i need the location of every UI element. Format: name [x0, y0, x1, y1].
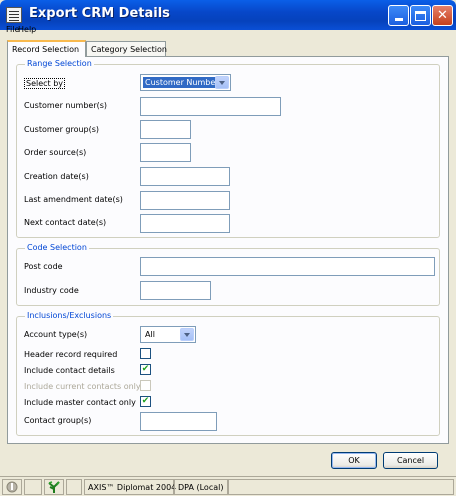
window-title: Export CRM Details	[29, 6, 170, 21]
customer-number-label: Customer number(s)	[24, 101, 108, 110]
customer-group-label: Customer group(s)	[24, 125, 100, 134]
status-database-text: DPA (Local)	[178, 483, 224, 492]
contact-group-label: Contact group(s)	[24, 416, 92, 425]
status-pane-4	[66, 479, 82, 495]
post-code-label: Post code	[24, 262, 63, 271]
creation-date-label: Creation date(s)	[24, 172, 89, 181]
menu-help[interactable]: Help	[18, 25, 36, 34]
checkmark-icon: ✔	[141, 364, 150, 374]
last-amendment-date-input[interactable]	[140, 191, 230, 210]
header-record-label: Header record required	[24, 350, 118, 359]
include-contact-details-checkbox[interactable]: ✔	[140, 364, 151, 375]
minimize-button[interactable]	[388, 5, 409, 26]
customer-group-input[interactable]	[140, 120, 191, 139]
next-contact-date-input[interactable]	[140, 214, 230, 233]
connection-icon	[6, 481, 18, 493]
status-pane-2	[24, 479, 42, 495]
select-by-value: Customer Number	[143, 77, 221, 88]
account-type-value: All	[145, 330, 155, 339]
maximize-icon	[415, 10, 426, 21]
code-selection-legend: Code Selection	[25, 243, 89, 252]
account-type-label: Account type(s)	[24, 330, 88, 339]
contact-group-input[interactable]	[140, 412, 217, 431]
status-product-text: AXIS™ Diplomat 2004	[88, 483, 177, 492]
close-icon: ✕	[437, 8, 448, 23]
cancel-button[interactable]: Cancel	[383, 452, 438, 469]
status-pane-3	[44, 479, 64, 495]
status-pane-empty	[228, 479, 454, 495]
select-by-dropdown-button[interactable]	[215, 76, 229, 89]
include-contact-details-label: Include contact details	[24, 366, 115, 375]
status-database-pane: DPA (Local)	[174, 479, 228, 495]
chevron-down-icon	[219, 80, 225, 85]
include-current-contacts-checkbox	[140, 380, 151, 391]
account-type-dropdown[interactable]: All	[140, 326, 196, 343]
select-by-dropdown[interactable]: Customer Number	[140, 74, 231, 91]
next-contact-date-label: Next contact date(s)	[24, 218, 107, 227]
industry-code-input[interactable]	[140, 281, 211, 300]
minimize-icon	[394, 18, 403, 21]
app-icon	[6, 7, 22, 23]
close-button[interactable]: ✕	[432, 5, 453, 26]
creation-date-input[interactable]	[140, 167, 230, 186]
select-by-label: Select by	[24, 78, 66, 89]
plant-icon	[48, 481, 60, 493]
range-selection-legend: Range Selection	[25, 59, 94, 68]
last-amendment-date-label: Last amendment date(s)	[24, 195, 123, 204]
tab-record-selection[interactable]: Record Selection	[7, 40, 86, 57]
account-type-dropdown-button[interactable]	[180, 328, 194, 341]
ok-button[interactable]: OK	[331, 452, 377, 469]
include-master-contact-checkbox[interactable]: ✔	[140, 396, 151, 407]
chevron-down-icon	[184, 332, 190, 337]
status-product-pane: AXIS™ Diplomat 2004	[84, 479, 177, 495]
maximize-button[interactable]	[410, 5, 431, 26]
include-master-contact-label: Include master contact only	[24, 398, 136, 407]
tab-category-selection[interactable]: Category Selection	[86, 41, 167, 56]
header-record-checkbox[interactable]	[140, 348, 151, 359]
menu-bar: File Help	[0, 24, 456, 38]
order-source-input[interactable]	[140, 143, 191, 162]
checkmark-icon: ✔	[141, 396, 150, 406]
customer-number-input[interactable]	[140, 97, 281, 116]
include-current-contacts-label: Include current contacts only	[24, 382, 141, 391]
inclusions-exclusions-legend: Inclusions/Exclusions	[25, 311, 114, 320]
industry-code-label: Industry code	[24, 286, 79, 295]
order-source-label: Order source(s)	[24, 148, 87, 157]
post-code-input[interactable]	[140, 257, 435, 276]
status-bar: AXIS™ Diplomat 2004 DPA (Local)	[0, 476, 456, 496]
status-pane-1	[2, 479, 22, 495]
